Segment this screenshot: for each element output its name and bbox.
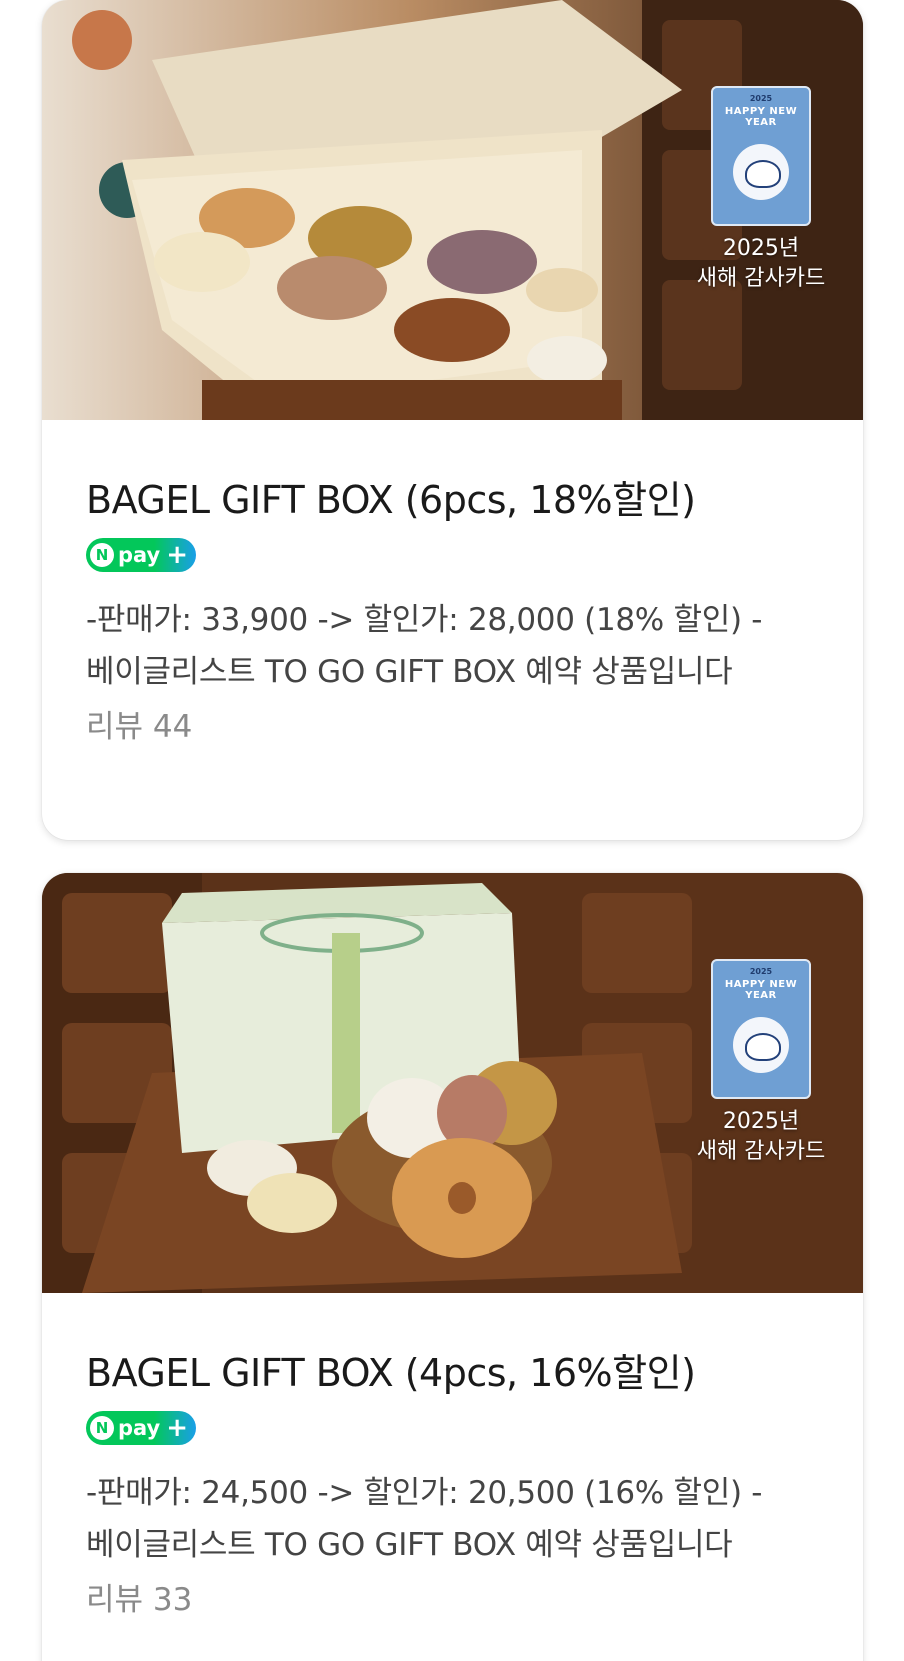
description-line: -판매가: 24,500 -> 할인가: 20,500 (16% 할인) - (86, 1475, 763, 1511)
cat-illustration-icon (733, 144, 789, 200)
product-description: -판매가: 24,500 -> 할인가: 20,500 (16% 할인) - 베… (86, 1467, 819, 1571)
card-year: 2025 (749, 94, 773, 103)
promo-text-card: 새해 감사카드 (696, 1139, 826, 1164)
card-greeting: HAPPY NEW YEAR (724, 979, 798, 1001)
product-card[interactable]: 2025 HAPPY NEW YEAR 2025년 새해 감사카드 BAGEL … (42, 0, 863, 840)
description-line: 베이글리스트 TO GO GIFT BOX 예약 상품입니다 (86, 1527, 733, 1563)
naver-n-icon: N (90, 1416, 114, 1440)
promo-text-year: 2025년 (722, 1109, 800, 1134)
product-title[interactable]: BAGEL GIFT BOX (6pcs, 18%할인) (86, 476, 819, 524)
npay-word: pay (118, 543, 161, 567)
new-year-card-promo: 2025 HAPPY NEW YEAR 2025년 새해 감사카드 (681, 959, 841, 1167)
product-list: 2025 HAPPY NEW YEAR 2025년 새해 감사카드 BAGEL … (0, 0, 904, 1661)
product-title[interactable]: BAGEL GIFT BOX (4pcs, 16%할인) (86, 1349, 819, 1397)
promo-text-year: 2025년 (722, 236, 800, 261)
product-info: BAGEL GIFT BOX (4pcs, 16%할인) N pay + -판매… (42, 1293, 863, 1625)
card-greeting: HAPPY NEW YEAR (724, 106, 798, 128)
npay-plus-badge: N pay + (86, 1411, 197, 1445)
product-card[interactable]: 2025 HAPPY NEW YEAR 2025년 새해 감사카드 BAGEL … (42, 873, 863, 1661)
naver-n-icon: N (90, 543, 114, 567)
description-line: -판매가: 33,900 -> 할인가: 28,000 (18% 할인) - (86, 602, 763, 638)
review-count[interactable]: 리뷰 33 (86, 1575, 819, 1625)
plus-icon: + (166, 1413, 189, 1443)
description-line: 베이글리스트 TO GO GIFT BOX 예약 상품입니다 (86, 654, 733, 690)
product-info: BAGEL GIFT BOX (6pcs, 18%할인) N pay + -판매… (42, 420, 863, 752)
greeting-card-illustration: 2025 HAPPY NEW YEAR (711, 959, 811, 1099)
plus-icon: + (166, 540, 189, 570)
npay-plus-badge: N pay + (86, 538, 197, 572)
card-year: 2025 (749, 967, 773, 976)
greeting-card-illustration: 2025 HAPPY NEW YEAR (711, 86, 811, 226)
npay-word: pay (118, 1416, 161, 1440)
review-count[interactable]: 리뷰 44 (86, 702, 819, 752)
product-image[interactable]: 2025 HAPPY NEW YEAR 2025년 새해 감사카드 (42, 873, 863, 1293)
product-image[interactable]: 2025 HAPPY NEW YEAR 2025년 새해 감사카드 (42, 0, 863, 420)
new-year-card-promo: 2025 HAPPY NEW YEAR 2025년 새해 감사카드 (681, 86, 841, 294)
promo-text-card: 새해 감사카드 (696, 266, 826, 291)
product-description: -판매가: 33,900 -> 할인가: 28,000 (18% 할인) - 베… (86, 594, 819, 698)
cat-illustration-icon (733, 1017, 789, 1073)
